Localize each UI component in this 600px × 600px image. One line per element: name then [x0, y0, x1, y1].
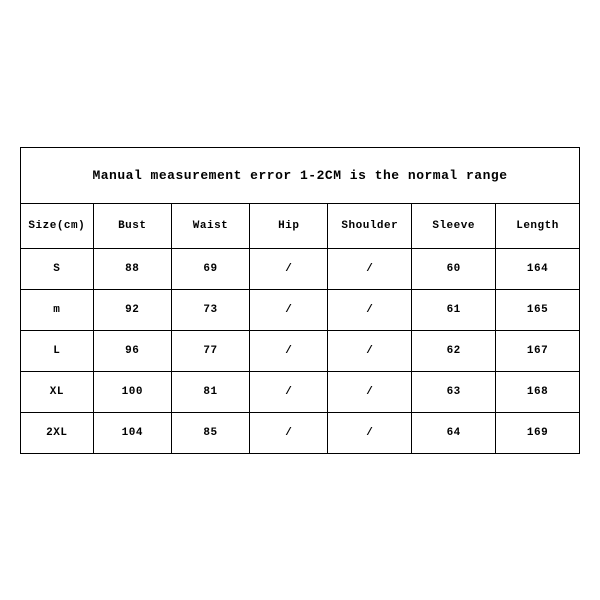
table-row: 2XL 104 85 / / 64 169 [21, 412, 580, 453]
col-waist-header: Waist [171, 203, 249, 248]
cell-shoulder: / [328, 330, 412, 371]
cell-sleeve: 61 [412, 289, 496, 330]
cell-bust: 104 [93, 412, 171, 453]
cell-size: L [21, 330, 94, 371]
col-length-header: Length [496, 203, 580, 248]
cell-length: 165 [496, 289, 580, 330]
cell-shoulder: / [328, 248, 412, 289]
cell-size: XL [21, 371, 94, 412]
chart-title: Manual measurement error 1-2CM is the no… [21, 147, 580, 203]
cell-length: 164 [496, 248, 580, 289]
cell-sleeve: 60 [412, 248, 496, 289]
cell-size: S [21, 248, 94, 289]
title-row: Manual measurement error 1-2CM is the no… [21, 147, 580, 203]
cell-bust: 96 [93, 330, 171, 371]
cell-length: 169 [496, 412, 580, 453]
cell-waist: 85 [171, 412, 249, 453]
size-chart-table: Manual measurement error 1-2CM is the no… [20, 147, 580, 454]
cell-waist: 77 [171, 330, 249, 371]
size-table: Manual measurement error 1-2CM is the no… [20, 147, 580, 454]
cell-hip: / [250, 330, 328, 371]
cell-hip: / [250, 289, 328, 330]
cell-waist: 73 [171, 289, 249, 330]
cell-hip: / [250, 248, 328, 289]
cell-shoulder: / [328, 289, 412, 330]
cell-shoulder: / [328, 412, 412, 453]
table-row: XL 100 81 / / 63 168 [21, 371, 580, 412]
cell-sleeve: 62 [412, 330, 496, 371]
cell-waist: 81 [171, 371, 249, 412]
cell-size: 2XL [21, 412, 94, 453]
col-hip-header: Hip [250, 203, 328, 248]
cell-length: 167 [496, 330, 580, 371]
header-row: Size(cm) Bust Waist Hip Shoulder Sleeve … [21, 203, 580, 248]
table-row: m 92 73 / / 61 165 [21, 289, 580, 330]
col-sleeve-header: Sleeve [412, 203, 496, 248]
table-row: S 88 69 / / 60 164 [21, 248, 580, 289]
cell-hip: / [250, 371, 328, 412]
cell-waist: 69 [171, 248, 249, 289]
table-row: L 96 77 / / 62 167 [21, 330, 580, 371]
cell-bust: 100 [93, 371, 171, 412]
col-shoulder-header: Shoulder [328, 203, 412, 248]
col-size-header: Size(cm) [21, 203, 94, 248]
cell-bust: 88 [93, 248, 171, 289]
cell-bust: 92 [93, 289, 171, 330]
cell-sleeve: 64 [412, 412, 496, 453]
col-bust-header: Bust [93, 203, 171, 248]
cell-sleeve: 63 [412, 371, 496, 412]
cell-shoulder: / [328, 371, 412, 412]
cell-size: m [21, 289, 94, 330]
cell-length: 168 [496, 371, 580, 412]
cell-hip: / [250, 412, 328, 453]
